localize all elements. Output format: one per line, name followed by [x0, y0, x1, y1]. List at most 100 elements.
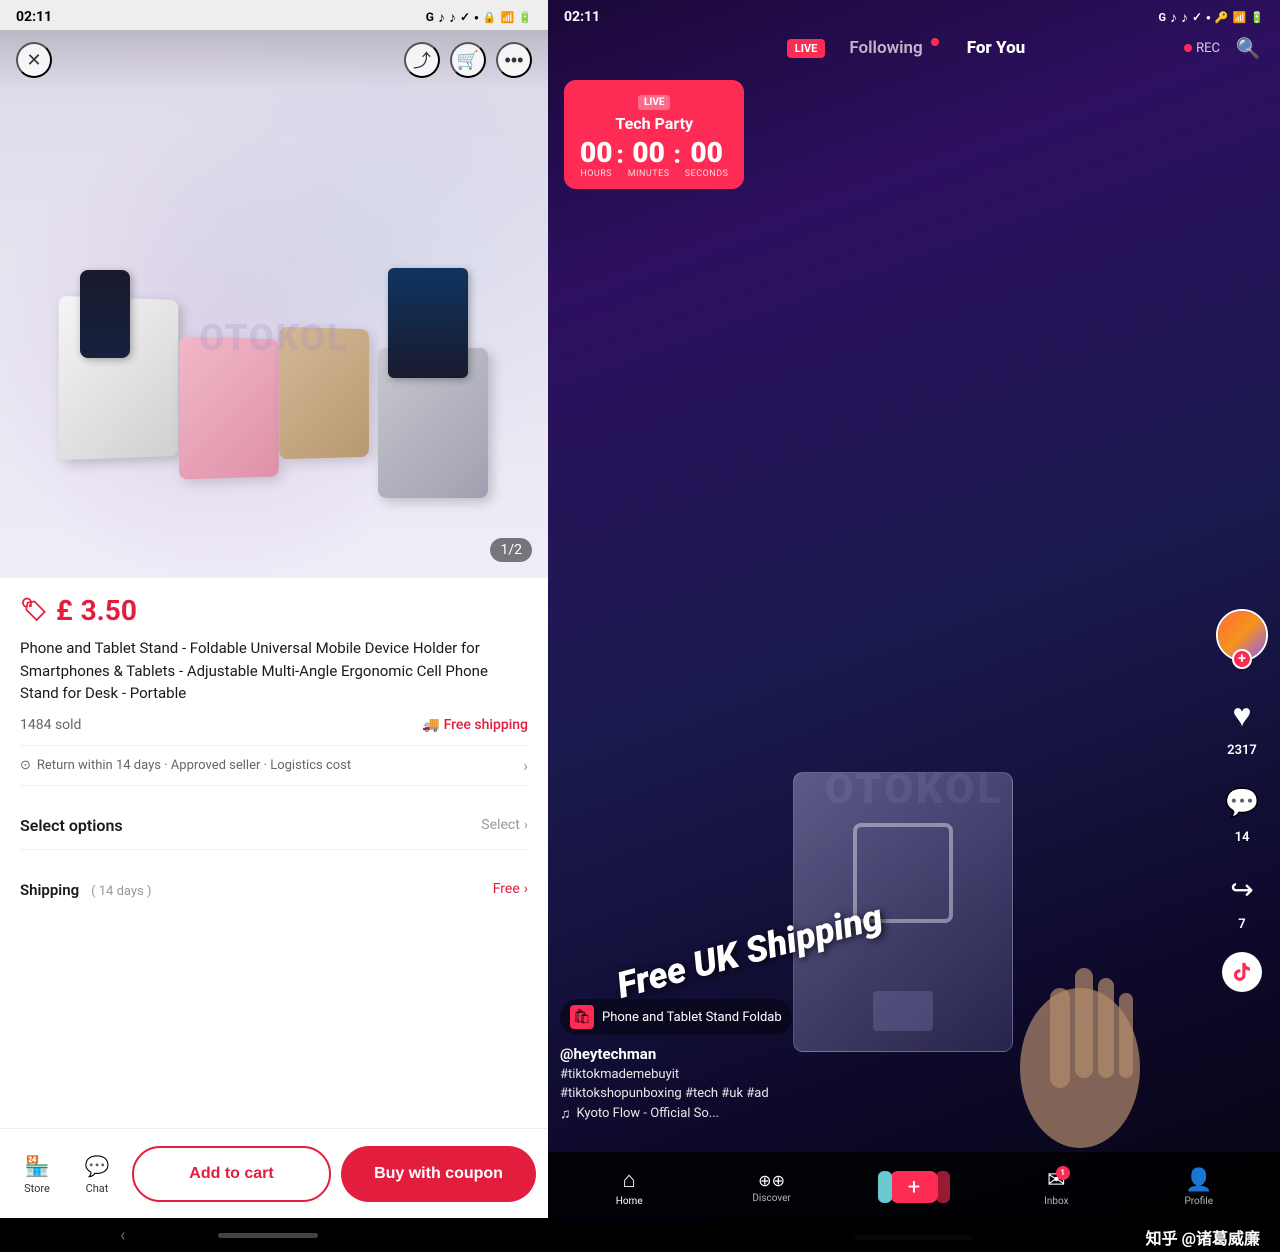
shipping-days: ( 14 days ): [91, 884, 151, 899]
share-button[interactable]: ⤴: [404, 42, 440, 78]
image-top-bar: ✕ ⤴ 🛒 •••: [0, 30, 548, 90]
store-label: Store: [24, 1182, 50, 1195]
product-image: OTOKOL ✕ ⤴ 🛒 ••• 1/2: [0, 30, 548, 578]
minutes-label: MINUTES: [628, 169, 670, 179]
battery-icon-right: 🔋: [1250, 11, 1264, 24]
colon-1: :: [616, 141, 623, 169]
home-nav-button[interactable]: ⌂ Home: [599, 1167, 659, 1207]
profile-nav-label: Profile: [1184, 1196, 1213, 1207]
more-button[interactable]: •••: [496, 42, 532, 78]
following-label: Following: [833, 38, 938, 58]
price-tag-icon: 🏷: [20, 598, 48, 623]
status-bar-left: 02:11 G ♪ ♪ ✓ ● 🔒 📶 🔋: [0, 0, 548, 30]
minutes-value: 00: [632, 139, 664, 167]
like-button[interactable]: ♥ 2317: [1218, 691, 1266, 758]
live-countdown-card[interactable]: LIVE Tech Party 00 HOURS : 00 MINUTES : …: [564, 80, 744, 189]
chevron-right-select-icon: ›: [524, 817, 528, 833]
chevron-right-icon: ›: [523, 756, 528, 775]
check-icon-right: ✓: [1192, 10, 1202, 24]
select-options-row[interactable]: Select options Select ›: [20, 802, 528, 850]
discover-nav-button[interactable]: ⊕⊕ Discover: [742, 1171, 802, 1204]
truck-icon: 🚚: [422, 717, 439, 733]
hours-value: 00: [580, 139, 612, 167]
live-badge[interactable]: LIVE: [787, 39, 826, 58]
buy-with-coupon-button[interactable]: Buy with coupon: [341, 1146, 536, 1202]
video-music[interactable]: ♫ Kyoto Flow - Official So...: [560, 1105, 1210, 1122]
free-shipping-badge: 🚚 Free shipping: [422, 717, 528, 733]
home-bar-left: [218, 1233, 318, 1238]
share-icon-right: ↪: [1218, 865, 1266, 913]
hours-segment: 00 HOURS: [580, 139, 612, 179]
comment-count: 14: [1235, 830, 1250, 845]
wifi-icon: 📶: [501, 11, 515, 24]
avatar-container[interactable]: +: [1216, 609, 1268, 661]
shop-bag-icon: 🛍: [570, 1005, 594, 1029]
tiktok-icon-1: ♪: [438, 9, 445, 26]
return-policy-content: Return within 14 days · Approved seller …: [37, 758, 351, 773]
shipping-left: Shipping ( 14 days ): [20, 880, 152, 899]
tiktok-logo-button[interactable]: [1222, 952, 1262, 992]
shipping-label: Shipping: [20, 881, 79, 899]
select-action-text: Select: [481, 817, 519, 833]
shield-icon: ⊙: [20, 758, 31, 773]
comment-button[interactable]: 💬 14: [1218, 778, 1266, 845]
inbox-nav-label: Inbox: [1044, 1196, 1068, 1207]
heart-icon: ♥: [1218, 691, 1266, 739]
minutes-segment: 00 MINUTES: [628, 139, 670, 179]
image-counter: 1/2: [490, 538, 532, 562]
cart-icon: 🛒: [457, 50, 479, 71]
return-policy-text: ⊙ Return within 14 days · Approved selle…: [20, 758, 351, 773]
shop-product-tag[interactable]: 🛍 Phone and Tablet Stand Foldab: [560, 999, 792, 1035]
tiktok-top-nav: LIVE Following For You REC 🔍: [548, 30, 1280, 66]
g-icon: G: [426, 10, 434, 24]
countdown-title: Tech Party: [580, 114, 728, 133]
check-icon: ✓: [460, 10, 470, 24]
seconds-label: SECONDS: [685, 169, 729, 179]
video-username[interactable]: @heytechman: [560, 1045, 1210, 1063]
dot-icon: ●: [474, 13, 479, 22]
select-options-label: Select options: [20, 816, 123, 835]
time-right: 02:11: [564, 9, 600, 25]
for-you-label[interactable]: For You: [951, 38, 1042, 58]
cart-button[interactable]: 🛒: [450, 42, 486, 78]
close-icon: ✕: [26, 50, 41, 71]
shipping-row[interactable]: Shipping ( 14 days ) Free ›: [20, 866, 528, 913]
close-button[interactable]: ✕: [16, 42, 52, 78]
right-action-buttons: + ♥ 2317 💬 14 ↪ 7: [1216, 609, 1268, 992]
search-button[interactable]: 🔍: [1232, 32, 1264, 64]
tiktok-svg: [1231, 961, 1253, 983]
add-icon: +: [890, 1171, 938, 1203]
share-count: 7: [1238, 917, 1245, 932]
battery-icon: 🔋: [518, 11, 532, 24]
inbox-badge-count: 1: [1056, 1166, 1070, 1180]
discover-icon: ⊕⊕: [758, 1171, 785, 1190]
lock-icon: 🔒: [483, 11, 497, 24]
video-hashtags-1[interactable]: #tiktokmademebuyit: [560, 1067, 1210, 1082]
wifi-icon-right: 📶: [1233, 11, 1247, 24]
profile-nav-button[interactable]: 👤 Profile: [1169, 1168, 1229, 1207]
back-chevron-icon[interactable]: ‹: [120, 1225, 125, 1246]
free-shipping-text: Free shipping: [444, 717, 528, 733]
status-icons-left: G ♪ ♪ ✓ ● 🔒 📶 🔋: [426, 9, 532, 26]
discover-nav-label: Discover: [752, 1193, 791, 1204]
video-bottom-info: 🛍 Phone and Tablet Stand Foldab @heytech…: [560, 999, 1210, 1122]
inbox-nav-button[interactable]: ✉ 1 Inbox: [1026, 1168, 1086, 1207]
chat-button[interactable]: 💬 Chat: [72, 1152, 122, 1195]
add-to-cart-button[interactable]: Add to cart: [132, 1146, 331, 1202]
home-icon: ⌂: [623, 1167, 636, 1193]
home-indicator-left: ‹: [0, 1218, 548, 1252]
share-button-right[interactable]: ↪ 7: [1218, 865, 1266, 932]
dot-icon-right: ●: [1206, 13, 1211, 22]
add-video-button[interactable]: +: [884, 1171, 944, 1203]
store-button[interactable]: 🏪 Store: [12, 1152, 62, 1195]
return-policy-row[interactable]: ⊙ Return within 14 days · Approved selle…: [20, 745, 528, 786]
tiktok-bottom-nav: ⌂ Home ⊕⊕ Discover + ✉ 1 Inbox 👤 Profile: [548, 1152, 1280, 1222]
g-icon-right: G: [1158, 11, 1166, 24]
colon-2: :: [674, 141, 681, 169]
share-icon: ⤴: [413, 47, 431, 73]
profile-icon: 👤: [1185, 1168, 1212, 1193]
following-tab[interactable]: Following: [833, 38, 938, 58]
watermark-left: OTOKOL: [199, 317, 348, 359]
shop-product-name: Phone and Tablet Stand Foldab: [602, 1010, 782, 1025]
video-hashtags-2[interactable]: #tiktokshopunboxing #tech #uk #ad: [560, 1086, 1210, 1101]
